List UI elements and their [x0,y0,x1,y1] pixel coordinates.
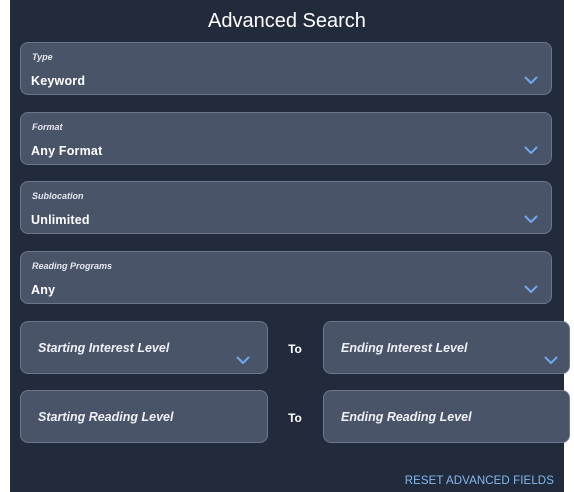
starting-interest-level-select[interactable]: Starting Interest Level [20,321,268,374]
sublocation-select[interactable]: Sublocation Unlimited [20,181,552,234]
type-label: Type [32,52,53,62]
chevron-down-icon [524,146,538,154]
sublocation-label: Sublocation [32,191,84,201]
reading-programs-value: Any [31,283,56,297]
chevron-down-icon [524,285,538,293]
panel-title: Advanced Search [208,10,366,32]
format-select[interactable]: Format Any Format [20,112,552,165]
sublocation-value: Unlimited [31,213,90,227]
starting-reading-level-input[interactable]: Starting Reading Level [20,390,268,443]
chevron-down-icon [524,76,538,84]
ending-interest-level-select[interactable]: Ending Interest Level [323,321,570,374]
format-label: Format [32,122,63,132]
advanced-search-panel: Advanced Search Type Keyword Format Any … [10,0,570,492]
chevron-down-icon [236,356,250,364]
starting-reading-level-placeholder: Starting Reading Level [38,410,174,424]
format-value: Any Format [31,144,103,158]
interest-level-to-label: To [288,342,302,356]
type-select[interactable]: Type Keyword [20,42,552,95]
reading-level-to-label: To [288,411,302,425]
reading-programs-select[interactable]: Reading Programs Any [20,251,552,304]
reading-programs-label: Reading Programs [32,261,113,271]
starting-interest-level-placeholder: Starting Interest Level [38,341,170,355]
ending-reading-level-placeholder: Ending Reading Level [341,410,472,424]
chevron-down-icon [544,356,558,364]
ending-interest-level-placeholder: Ending Interest Level [341,341,468,355]
reset-advanced-fields-link[interactable]: RESET ADVANCED FIELDS [405,475,554,487]
ending-reading-level-input[interactable]: Ending Reading Level [323,390,570,443]
chevron-down-icon [524,215,538,223]
type-value: Keyword [31,74,86,88]
